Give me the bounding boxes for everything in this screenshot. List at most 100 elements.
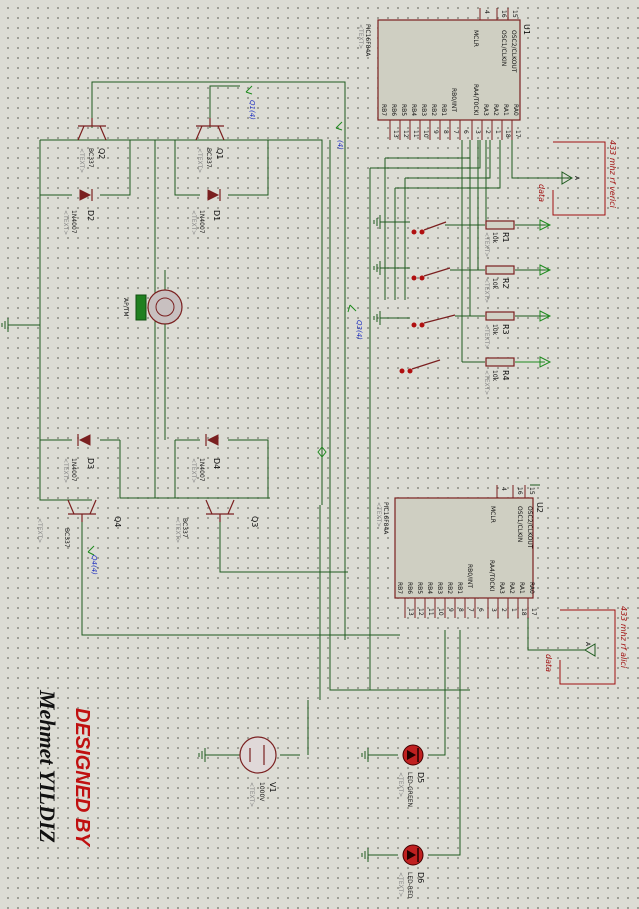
pin-label: RB6 [406, 582, 413, 594]
r3-ref: R3 [501, 324, 510, 335]
pin-num: 3 [490, 608, 497, 612]
r1-tag: <TEXT> [483, 232, 490, 257]
pin-num: 4 [500, 487, 507, 491]
ic-u1[interactable]: U1 PIC16F84A <TEXT> MCLR OSC1/CLKIN OSC2… [357, 8, 531, 140]
ic-u2-mclr: MCLR [489, 506, 496, 523]
pin-num: 2 [484, 130, 491, 134]
v1-value: 1000V [258, 782, 265, 802]
pin-label: RA3 [498, 582, 505, 594]
pin-num: 10 [437, 608, 444, 616]
q2-ref: Q2 [97, 148, 106, 159]
pin-num: 12 [402, 130, 409, 138]
pin-label: RA2 [508, 582, 515, 594]
battery-v1[interactable]: V1 1000V <TEXT> [239, 736, 277, 807]
pin-num: 15 [511, 10, 518, 18]
ic-u1-osc2: OSC2/CLKOUT [510, 30, 517, 73]
rf-tx-pin: A [573, 176, 580, 181]
resistor-r3[interactable]: R3 10k <TEXT> [483, 311, 515, 349]
pin-num: 2 [500, 608, 507, 612]
q1-ref: Q1 [215, 148, 224, 159]
pin-num: 7 [452, 130, 459, 134]
pin-label: RB2 [446, 582, 453, 594]
pin-num: 18 [520, 608, 527, 616]
d4-part: 1N4007 [198, 458, 205, 482]
pin-num: 16 [516, 487, 523, 495]
q2-tag: <TEXT> [78, 148, 85, 173]
diode-d4[interactable]: D4 1N4007 <TEXT> [190, 434, 221, 483]
d6-tag: <TEXT> [397, 872, 404, 897]
v1-ref: V1 [268, 782, 277, 793]
diode-d2[interactable]: D2 1N4007 <TEXT> [62, 189, 95, 235]
ic-u1-mclr: MCLR [472, 30, 479, 47]
resistor-r4[interactable]: R4 10k <TEXT> [483, 357, 515, 395]
pin-label: RB5 [416, 582, 423, 594]
pin-num: 9 [432, 130, 439, 134]
r4-ref: R4 [501, 370, 510, 381]
rf-receiver[interactable]: A data 433 mhz rf alici [544, 606, 628, 685]
ic-u1-tag: <TEXT> [357, 24, 364, 49]
d2-tag: <TEXT> [62, 210, 69, 235]
pin-num: 12 [417, 608, 424, 616]
pin-label: RB3 [436, 582, 443, 594]
schematic-canvas: U1 PIC16F84A <TEXT> MCLR OSC1/CLKIN OSC2… [0, 0, 639, 909]
r3-value: 10k [491, 324, 498, 336]
transistor-q2[interactable]: Q2 BC337 <TEXT> [77, 118, 107, 173]
ic-u1-part: PIC16F84A [364, 24, 371, 57]
ic-u2-osc1: OSC1/CLKIN [516, 506, 523, 542]
d2-ref: D2 [86, 210, 95, 221]
d6-part: LED-RED [406, 872, 413, 899]
designed-by: DESIGNED BY [71, 708, 93, 847]
d3-tag: <TEXT> [62, 458, 69, 483]
r1-ref: R1 [501, 232, 510, 243]
ic-u2-part: PIC16F84A [382, 502, 389, 535]
ic-u2[interactable]: U2 PIC16F84A <TEXT> MCLR OSC1/CLKIN OSC2… [375, 485, 544, 618]
transistor-q4[interactable]: Q4 BC337 <TEXT> [36, 499, 122, 548]
pin-num: 17 [514, 130, 521, 138]
pin-label: RA1 [518, 582, 525, 594]
power-arrows [515, 219, 552, 368]
led-d6[interactable]: D6 LED-RED <TEXT> [397, 844, 425, 899]
q3-ref: Q3 [250, 516, 259, 527]
pin-num: 9 [447, 608, 454, 612]
d4-tag: <TEXT> [190, 458, 197, 483]
rf-tx-data: data [537, 184, 546, 202]
pin-label: RB7 [396, 582, 403, 594]
pin-label: RB6 [390, 104, 397, 116]
ic-u2-osc2: OSC2/CLKOUT [526, 506, 533, 549]
pin-num: 17 [530, 608, 537, 616]
diode-d1[interactable]: D1 1N4007 <TEXT> [190, 189, 221, 235]
pin-num: 16 [500, 10, 507, 18]
pin-num: 7 [467, 608, 474, 612]
led-d5[interactable]: D5 LED-GREEN <TEXT> [397, 744, 425, 807]
diode-d3[interactable]: D3 1N4007 <TEXT> [62, 434, 95, 483]
transistor-q1[interactable]: Q1 BC337 <TEXT> [195, 118, 225, 173]
transistor-q3[interactable]: Q3 BC337 <TEXT> [174, 499, 259, 543]
pin-label: RA0 [512, 104, 519, 116]
d5-ref: D5 [416, 772, 425, 783]
pin-num: 3 [474, 130, 481, 134]
pin-label: RA2 [492, 104, 499, 116]
pin-num: 18 [504, 130, 511, 138]
q4-ref: Q4 [113, 516, 122, 527]
pin-label: RB4 [410, 104, 417, 116]
r2-ref: R2 [501, 278, 510, 289]
r1-value: 10k [491, 232, 498, 244]
net-label-q3: Q3(4) [355, 320, 363, 340]
resistor-r2[interactable]: R2 10k <TEXT> [483, 265, 515, 303]
pin-num: 1 [494, 130, 501, 134]
pin-label: RA0 [528, 582, 535, 594]
d1-part: 1N4007 [198, 210, 205, 234]
r2-value: 10k [491, 278, 498, 290]
motor-label: AP/TM [122, 298, 129, 317]
motor-m1[interactable]: AP/TM [122, 270, 183, 345]
pin-label: RA3 [482, 104, 489, 116]
pin-num: 6 [477, 608, 484, 612]
r3-tag: <TEXT> [483, 324, 490, 349]
q2-part: BC337 [87, 148, 94, 168]
resistor-r1[interactable]: R1 10k <TEXT> [483, 220, 515, 257]
switches[interactable] [399, 221, 456, 374]
q4-tag: <TEXT> [36, 518, 43, 543]
pin-num: 11 [412, 130, 419, 138]
r4-value: 10k [491, 370, 498, 382]
pin-label: RB1 [456, 582, 463, 594]
